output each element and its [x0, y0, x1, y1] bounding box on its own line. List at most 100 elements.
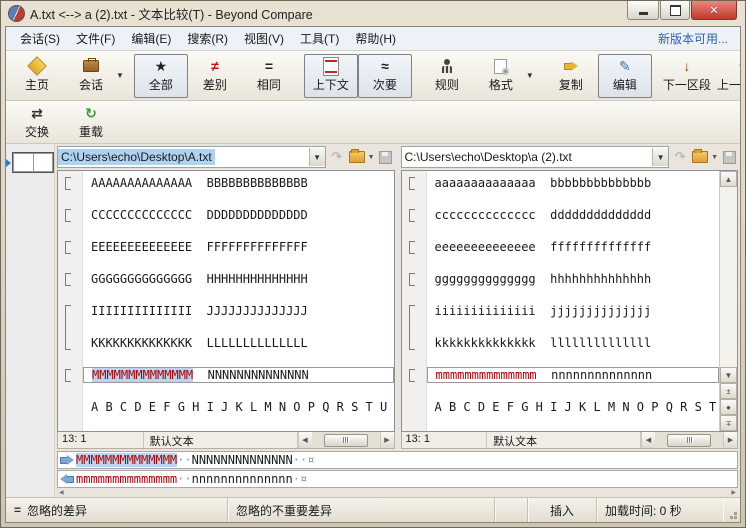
context-button[interactable]: 上下文 [303, 53, 358, 98]
copy-button[interactable]: 复制 [544, 54, 598, 98]
scroll-left-icon[interactable]: ◀ [297, 432, 312, 448]
menu-item-view[interactable]: 视图(V) [236, 27, 292, 50]
pencil-icon: ✎ [618, 58, 631, 74]
home-icon [27, 56, 47, 76]
right-line-detail[interactable]: mmmmmmmmmmmmmm ·· nnnnnnnnnnnnnn · ¤ [57, 470, 738, 488]
right-browse-button[interactable] [691, 147, 709, 167]
new-version-link[interactable]: 新版本可用... [658, 30, 734, 47]
previous-section-button[interactable]: ↑ 上一部分 [714, 54, 740, 98]
right-path-dropdown-icon[interactable]: ▼ [652, 148, 669, 166]
minimize-button[interactable] [627, 1, 659, 20]
left-syntax-format[interactable]: 默认文本 [144, 432, 298, 448]
section-bracket-icon [65, 369, 71, 382]
status-bar: = 忽略的差异 忽略的不重要差异 插入 加载时间: 0 秒 [6, 497, 740, 522]
menu-item-file[interactable]: 文件(F) [68, 27, 123, 50]
show-differences-button[interactable]: ≠ 差别 [188, 54, 242, 98]
menu-item-help[interactable]: 帮助(H) [347, 27, 404, 50]
edit-button[interactable]: ✎ 编辑 [597, 53, 652, 98]
editor-line: A B C D E F G H I J K L M N O P Q R S T … [434, 400, 717, 414]
left-path-value: C:\Users\echo\Desktop\A.txt [58, 149, 215, 165]
left-editor-text[interactable]: AAAAAAAAAAAAAA BBBBBBBBBBBBBB CCCCCCCCCC… [83, 171, 394, 431]
copy-to-right-icon[interactable] [60, 455, 74, 465]
overview-thumbnail[interactable] [12, 152, 54, 173]
secondary-toolbar: ⇄ 交换 ↻ 重载 [6, 101, 740, 144]
right-editor-text[interactable]: aaaaaaaaaaaaaa bbbbbbbbbbbbbb cccccccccc… [426, 171, 720, 431]
detail-horizontal-scrollbar[interactable]: ◀ ▶ [57, 489, 738, 497]
editor-line: CCCCCCCCCCCCCC DDDDDDDDDDDDDD [91, 208, 308, 222]
rules-button[interactable]: 规则 [420, 54, 474, 98]
right-editor-pane[interactable]: aaaaaaaaaaaaaa bbbbbbbbbbbbbb cccccccccc… [400, 170, 738, 432]
sessions-dropdown-icon[interactable]: ▼ [116, 71, 124, 80]
editor-line: cccccccccccccc dddddddddddddd [434, 208, 652, 222]
reload-button[interactable]: ↻ 重载 [64, 100, 118, 144]
show-same-button[interactable]: = 相同 [242, 54, 296, 98]
scroll-right-icon[interactable]: ▶ [731, 489, 736, 497]
home-button[interactable]: 主页 [10, 54, 64, 98]
section-bracket-icon [408, 209, 415, 222]
left-reload-file-button: ↷ [328, 147, 346, 167]
title-bar[interactable]: A.txt <--> a (2).txt - 文本比较(T) - Beyond … [1, 1, 745, 26]
left-browse-dropdown-icon[interactable]: ▼ [368, 154, 375, 161]
overview-strip [6, 144, 55, 497]
copy-to-left-icon[interactable] [60, 474, 74, 484]
maximize-button[interactable] [660, 1, 690, 20]
not-equal-icon: ≠ [211, 58, 219, 74]
minor-button[interactable]: ≈ 次要 [357, 53, 412, 98]
swap-button[interactable]: ⇄ 交换 [10, 100, 64, 144]
vertical-scrollbar[interactable]: ▲ ▼ ± ● ∓ [719, 171, 737, 431]
format-dropdown-icon[interactable]: ▼ [526, 71, 534, 80]
left-line-detail[interactable]: MMMMMMMMMMMMMM ·· NNNNNNNNNNNNNN ·· ¤ [57, 451, 738, 469]
scroll-left-icon[interactable]: ◀ [59, 489, 64, 497]
right-syntax-format[interactable]: 默认文本 [487, 432, 641, 448]
section-bracket-icon [408, 369, 415, 382]
left-path-dropdown-icon[interactable]: ▼ [308, 148, 325, 166]
left-path-combo[interactable]: C:\Users\echo\Desktop\A.txt ▼ [57, 146, 326, 168]
right-path-value: C:\Users\echo\Desktop\a (2).txt [404, 150, 572, 164]
menu-item-edit[interactable]: 编辑(E) [123, 27, 179, 50]
right-path-row: C:\Users\echo\Desktop\a (2).txt ▼ ↷ ▼ [400, 144, 739, 170]
sessions-button[interactable]: 会话 [64, 54, 118, 98]
right-horizontal-scrollbar[interactable]: ◀ ▶ [641, 432, 737, 448]
scroll-left-icon[interactable]: ◀ [641, 432, 655, 448]
open-folder-icon [348, 149, 365, 163]
editor-line: KKKKKKKKKKKKKK LLLLLLLLLLLLLL [91, 336, 308, 350]
close-button[interactable]: ✕ [691, 1, 737, 20]
scroll-up-icon[interactable]: ▲ [720, 171, 737, 187]
next-section-button[interactable]: ↓ 下一区段 [660, 54, 714, 98]
resize-grip[interactable] [723, 498, 740, 522]
expand-context-icon[interactable]: ± [720, 383, 737, 399]
right-current-line[interactable]: mmmmmmmmmmmmmm nnnnnnnnnnnnnn [426, 367, 719, 383]
scrollbar-thumb[interactable] [323, 433, 368, 447]
status-spacer [495, 498, 528, 522]
format-button[interactable]: 格式 [474, 54, 528, 98]
right-browse-dropdown-icon[interactable]: ▼ [711, 154, 718, 161]
show-all-button[interactable]: ★ 全部 [133, 53, 188, 98]
left-browse-button[interactable] [348, 147, 366, 167]
open-folder-icon [692, 149, 709, 163]
menu-item-session[interactable]: 会话(S) [12, 27, 68, 50]
menu-item-tools[interactable]: 工具(T) [292, 27, 347, 50]
scroll-right-icon[interactable]: ▶ [723, 432, 737, 448]
editor-line: iiiiiiiiiiiiii jjjjjjjjjjjjjj [434, 304, 652, 318]
left-editor-pane[interactable]: AAAAAAAAAAAAAA BBBBBBBBBBBBBB CCCCCCCCCC… [57, 170, 395, 432]
editor-line: AAAAAAAAAAAAAA BBBBBBBBBBBBBB [91, 176, 308, 190]
center-current-icon[interactable]: ● [720, 399, 737, 415]
right-path-combo[interactable]: C:\Users\echo\Desktop\a (2).txt ▼ [400, 146, 670, 168]
scroll-right-icon[interactable]: ▶ [379, 432, 394, 448]
section-bracket-icon [408, 305, 415, 350]
left-cursor-position: 13: 1 [58, 432, 144, 448]
scrollbar-thumb[interactable] [667, 433, 711, 447]
editor-line: GGGGGGGGGGGGGG HHHHHHHHHHHHHH [91, 272, 308, 286]
scroll-down-icon[interactable]: ▼ [720, 367, 737, 383]
main-toolbar: 主页 会话 ▼ ★ 全部 ≠ 差别 = 相同 上下文 ≈ 次要 规则 格式 ▼ … [6, 51, 740, 101]
editor-line: aaaaaaaaaaaaaa bbbbbbbbbbbbbb [434, 176, 652, 190]
left-current-line[interactable]: MMMMMMMMMMMMMM NNNNNNNNNNNNNN [83, 367, 394, 383]
section-bracket-icon [408, 177, 415, 190]
menu-item-search[interactable]: 搜索(R) [179, 27, 236, 50]
left-horizontal-scrollbar[interactable]: ◀ ▶ [297, 432, 394, 448]
collapse-context-icon[interactable]: ∓ [720, 415, 737, 431]
